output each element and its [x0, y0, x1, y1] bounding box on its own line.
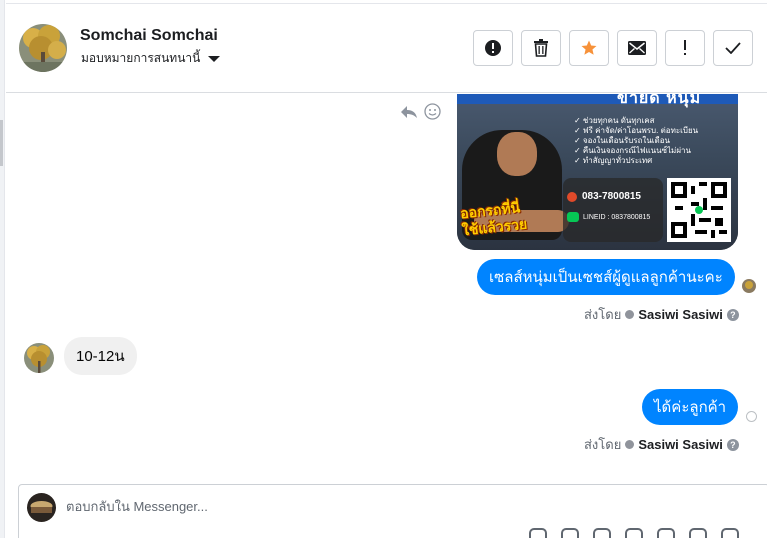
ad-feature-list: ✓ ช่วยทุกคน ดันทุกเคส ✓ ฟรี ค่าจัด/ค่าโอ…: [574, 116, 698, 166]
sent-by-line: ส่งโดย Sasiwi Sasiwi ?: [584, 434, 739, 455]
ad-feature: ✓ ช่วยทุกคน ดันทุกเคส: [574, 116, 655, 125]
sticker-icon[interactable]: [657, 528, 675, 538]
verified-icon: [625, 310, 635, 319]
seen-avatar: [742, 279, 756, 293]
check-icon: [725, 42, 741, 54]
assign-conversation-dropdown[interactable]: มอบหมายการสนทนานี้: [81, 49, 221, 68]
message-thread[interactable]: ขายดี หนุ่ม ✓ ช่วยทุกคน ดันทุกเคส ✓ ฟรี …: [6, 94, 767, 482]
phone-icon: [567, 191, 577, 202]
message-bubble-outgoing[interactable]: ได้ค่ะลูกค้า: [642, 389, 739, 425]
left-scrollbar[interactable]: [0, 120, 3, 166]
reply-icon[interactable]: [400, 105, 418, 119]
line-app-icon: [567, 212, 579, 222]
page-avatar: [27, 493, 56, 522]
mark-done-button[interactable]: [713, 30, 753, 66]
sent-by-label: ส่งโดย: [584, 307, 622, 322]
ad-line-id-text: LINEID : 0837800815: [583, 213, 651, 221]
sender-name[interactable]: Sasiwi Sasiwi: [638, 437, 723, 452]
star-icon: [581, 40, 597, 55]
sent-by-label: ส่งโดย: [584, 437, 622, 452]
follow-up-button[interactable]: [665, 30, 705, 66]
sender-name[interactable]: Sasiwi Sasiwi: [638, 307, 723, 322]
help-icon[interactable]: ?: [726, 308, 739, 321]
ad-feature: ✓ จองในเดือนรับรถในเดือน: [574, 136, 670, 145]
ad-phone-number: 083-7800815: [582, 191, 641, 202]
caret-down-icon: [208, 56, 221, 62]
composer-toolbar: [529, 528, 739, 538]
contact-avatar-small[interactable]: [24, 343, 54, 373]
ad-phone: 083-7800815: [567, 191, 641, 202]
mark-spam-button[interactable]: [473, 30, 513, 66]
help-icon[interactable]: ?: [726, 438, 739, 451]
assign-conversation-label: มอบหมายการสนทนานี้: [81, 51, 201, 65]
reply-input[interactable]: [66, 499, 666, 514]
envelope-icon: [628, 41, 646, 55]
exclamation-icon: [684, 40, 686, 55]
emoji-picker-icon[interactable]: [625, 528, 643, 538]
more-icon[interactable]: [721, 528, 739, 538]
message-bubble-incoming[interactable]: 10-12น: [64, 337, 137, 375]
delete-button[interactable]: [521, 30, 561, 66]
gif-icon[interactable]: [593, 528, 611, 538]
star-button[interactable]: [569, 30, 609, 66]
alert-circle-icon: [485, 40, 501, 56]
saved-reply-icon[interactable]: [689, 528, 707, 538]
verified-icon: [625, 440, 635, 449]
top-divider: [6, 3, 767, 4]
header-actions: [473, 30, 753, 66]
ad-feature: ✓ คืนเงินจองกรณีไฟแนนซ์ไม่ผ่าน: [574, 146, 691, 155]
message-bubble-outgoing[interactable]: เซลส์หนุ่มเป็นเซชส์ผู้ดูแลลูกค้านะคะ: [477, 259, 735, 295]
ad-person-head: [497, 132, 537, 176]
ad-slogan: ออกรถที่นี่ ใช้แล้วรวย: [459, 199, 528, 240]
attachment-icon[interactable]: [529, 528, 547, 538]
contact-name[interactable]: Somchai Somchai: [80, 27, 218, 45]
mark-unread-button[interactable]: [617, 30, 657, 66]
ad-feature: ✓ ทำสัญญาทั่วประเทศ: [574, 156, 653, 165]
qr-code-icon: [667, 178, 731, 242]
ad-banner-text: ขายดี หนุ่ม: [617, 94, 702, 107]
ad-contact-box: [563, 178, 663, 242]
ad-image-attachment[interactable]: ขายดี หนุ่ม ✓ ช่วยทุกคน ดันทุกเคส ✓ ฟรี …: [457, 94, 738, 250]
delivered-check-icon: [746, 411, 757, 422]
contact-avatar[interactable]: [19, 24, 67, 72]
emoji-icon[interactable]: [424, 103, 441, 120]
sent-by-line: ส่งโดย Sasiwi Sasiwi ?: [584, 304, 739, 325]
ad-feature: ✓ ฟรี ค่าจัด/ค่าโอนพรบ. ต่อทะเบียน: [574, 126, 699, 135]
ad-line-id: LINEID : 0837800815: [567, 212, 650, 222]
message-hover-actions: [400, 103, 441, 120]
reply-composer: [18, 484, 767, 538]
conversation-header: Somchai Somchai มอบหมายการสนทนานี้: [6, 0, 767, 93]
image-icon[interactable]: [561, 528, 579, 538]
trash-icon: [534, 39, 548, 57]
left-panel-edge: [0, 0, 5, 538]
